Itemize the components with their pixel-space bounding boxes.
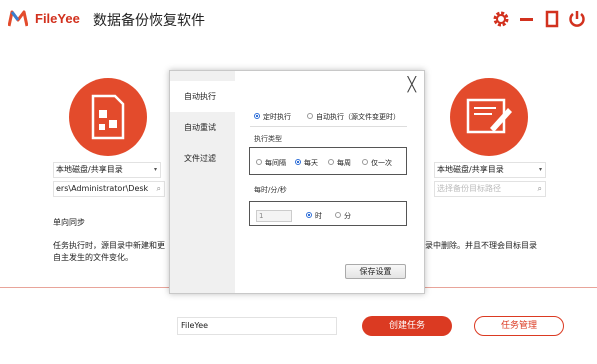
gear-icon[interactable] bbox=[491, 9, 511, 29]
tab-file-filter[interactable]: 文件过滤 bbox=[170, 143, 235, 174]
title-bar: FileYee 数据备份恢复软件 bbox=[0, 0, 597, 40]
brand-name: FileYee bbox=[35, 11, 80, 26]
task-manage-button[interactable]: 任务管理 bbox=[474, 316, 564, 336]
radio-scheduled[interactable]: 定时执行 bbox=[254, 112, 291, 122]
auto-exec-settings-dialog: 自动执行 自动重试 文件过滤 ╳ 定时执行 自动执行（源文件变更时） 执行类型 … bbox=[169, 70, 425, 294]
mode-description-line2: 自主发生的文件变化。 bbox=[53, 253, 133, 262]
dialog-sidebar: 自动执行 自动重试 文件过滤 bbox=[170, 71, 235, 293]
radio-weekly[interactable]: 每周 bbox=[328, 158, 351, 168]
source-location-select[interactable]: 本地磁盘/共享目录 ▾ bbox=[53, 162, 161, 178]
close-icon[interactable]: ╳ bbox=[408, 77, 416, 93]
time-unit-label: 每时/分/秒 bbox=[254, 186, 287, 194]
maximize-icon[interactable] bbox=[542, 9, 562, 29]
sync-mode-label: 单向同步 bbox=[53, 218, 85, 227]
search-icon: ⌕ bbox=[537, 184, 542, 193]
task-name-input[interactable]: FileYee bbox=[177, 317, 337, 335]
radio-daily[interactable]: 每天 bbox=[295, 158, 318, 168]
source-path-input[interactable]: ers\Administrator\Desk ⌕ bbox=[53, 181, 165, 197]
exec-type-label: 执行类型 bbox=[254, 135, 282, 143]
radio-hour[interactable]: 时 bbox=[306, 211, 322, 221]
tab-auto-retry[interactable]: 自动重试 bbox=[170, 112, 235, 143]
target-path-input[interactable]: 选择备份目标路径 ⌕ bbox=[434, 181, 546, 197]
fileyee-logo-icon bbox=[8, 10, 28, 27]
tab-auto-execute[interactable]: 自动执行 bbox=[170, 81, 235, 112]
power-icon[interactable] bbox=[567, 9, 587, 29]
minimize-icon[interactable] bbox=[517, 9, 537, 29]
interval-value-input[interactable]: 1 bbox=[256, 210, 292, 222]
radio-on-change[interactable]: 自动执行（源文件变更时） bbox=[307, 112, 400, 122]
target-folder-icon[interactable] bbox=[450, 78, 528, 156]
separator bbox=[250, 126, 407, 127]
mode-description-right: 录中删除。并且不理会目标目录 bbox=[425, 241, 537, 250]
source-folder-icon[interactable] bbox=[69, 78, 147, 156]
radio-once[interactable]: 仅一次 bbox=[362, 158, 392, 168]
save-settings-button[interactable]: 保存设置 bbox=[345, 264, 406, 279]
search-icon: ⌕ bbox=[156, 184, 161, 193]
mode-description-line1: 任务执行时，源目录中新建和更 bbox=[53, 241, 165, 250]
app-title: 数据备份恢复软件 bbox=[93, 13, 205, 29]
create-task-button[interactable]: 创建任务 bbox=[362, 316, 452, 336]
radio-minute[interactable]: 分 bbox=[335, 211, 351, 221]
radio-interval[interactable]: 每间隔 bbox=[256, 158, 286, 168]
target-location-select[interactable]: 本地磁盘/共享目录 ▾ bbox=[434, 162, 546, 178]
